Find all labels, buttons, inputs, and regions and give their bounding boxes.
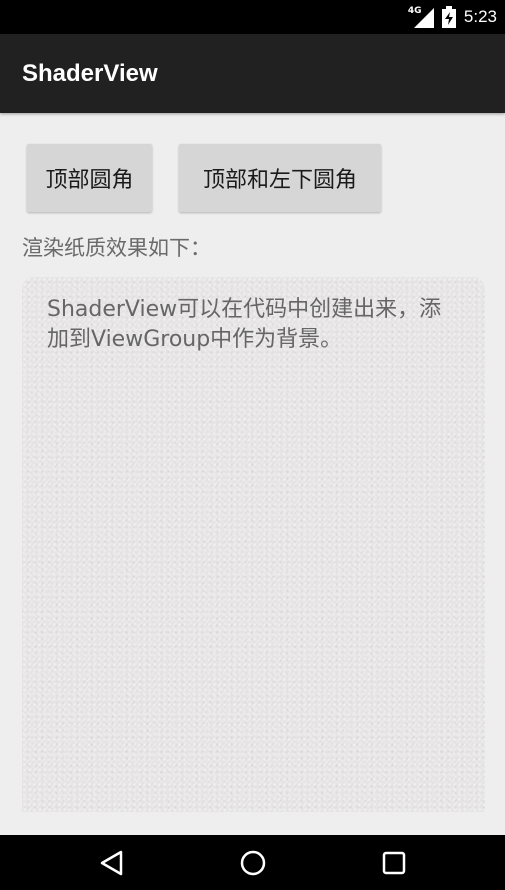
signal-icon	[413, 8, 434, 28]
status-icons: 4G 5:23	[408, 0, 497, 34]
clock: 5:23	[463, 7, 497, 26]
recents-button[interactable]	[364, 835, 424, 890]
back-icon	[100, 850, 123, 875]
signal-indicator: 4G	[408, 6, 434, 28]
battery-charging-icon	[441, 6, 456, 28]
action-bar: ShaderView	[0, 34, 505, 113]
status-bar: 4G 5:23	[0, 0, 505, 34]
paper-text: ShaderView可以在代码中创建出来，添加到ViewGroup中作为背景。	[47, 297, 442, 352]
recents-icon	[382, 851, 406, 874]
navigation-bar	[0, 835, 505, 890]
shader-view-paper: ShaderView可以在代码中创建出来，添加到ViewGroup中作为背景。	[22, 277, 485, 812]
top-rounded-button[interactable]: 顶部圆角	[27, 144, 152, 212]
home-button[interactable]	[223, 835, 283, 890]
back-button[interactable]	[82, 835, 142, 890]
app-title: ShaderView	[22, 60, 158, 87]
paper-effect-label: 渲染纸质效果如下：	[22, 236, 211, 260]
top-and-bottom-left-rounded-button[interactable]: 顶部和左下圆角	[179, 144, 381, 212]
home-icon	[240, 850, 266, 875]
